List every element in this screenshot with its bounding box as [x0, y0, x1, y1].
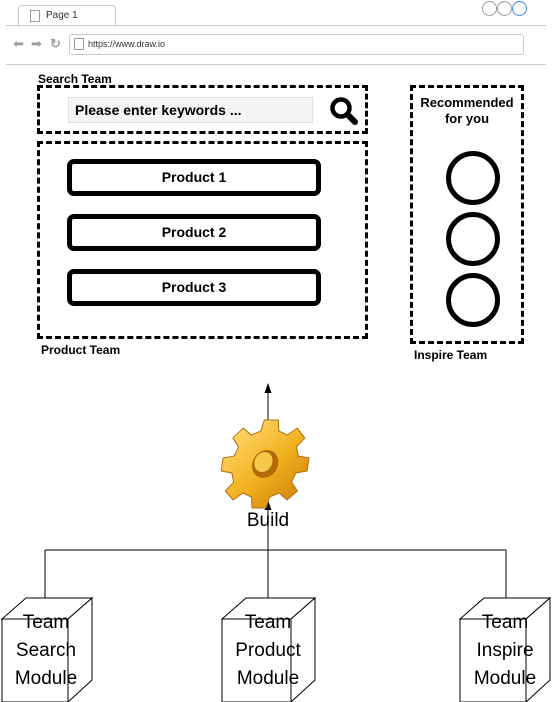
inspire-module: Team Inspire Module — [459, 609, 551, 693]
search-module: Team Search Module — [0, 609, 92, 693]
arrowhead-icon — [264, 383, 272, 393]
connector-lines — [0, 383, 552, 702]
module-line: Module — [236, 668, 300, 689]
module-line: Search — [15, 640, 77, 661]
module-line: Module — [14, 668, 78, 689]
module-line: Team — [244, 612, 292, 633]
gear-icon — [220, 419, 310, 509]
build-label: Build — [246, 510, 290, 531]
module-line: Team — [22, 612, 70, 633]
module-line: Team — [481, 612, 529, 633]
module-line: Module — [473, 668, 537, 689]
module-line: Inspire — [476, 640, 534, 661]
module-line: Product — [235, 640, 301, 661]
product-module: Team Product Module — [222, 609, 314, 693]
